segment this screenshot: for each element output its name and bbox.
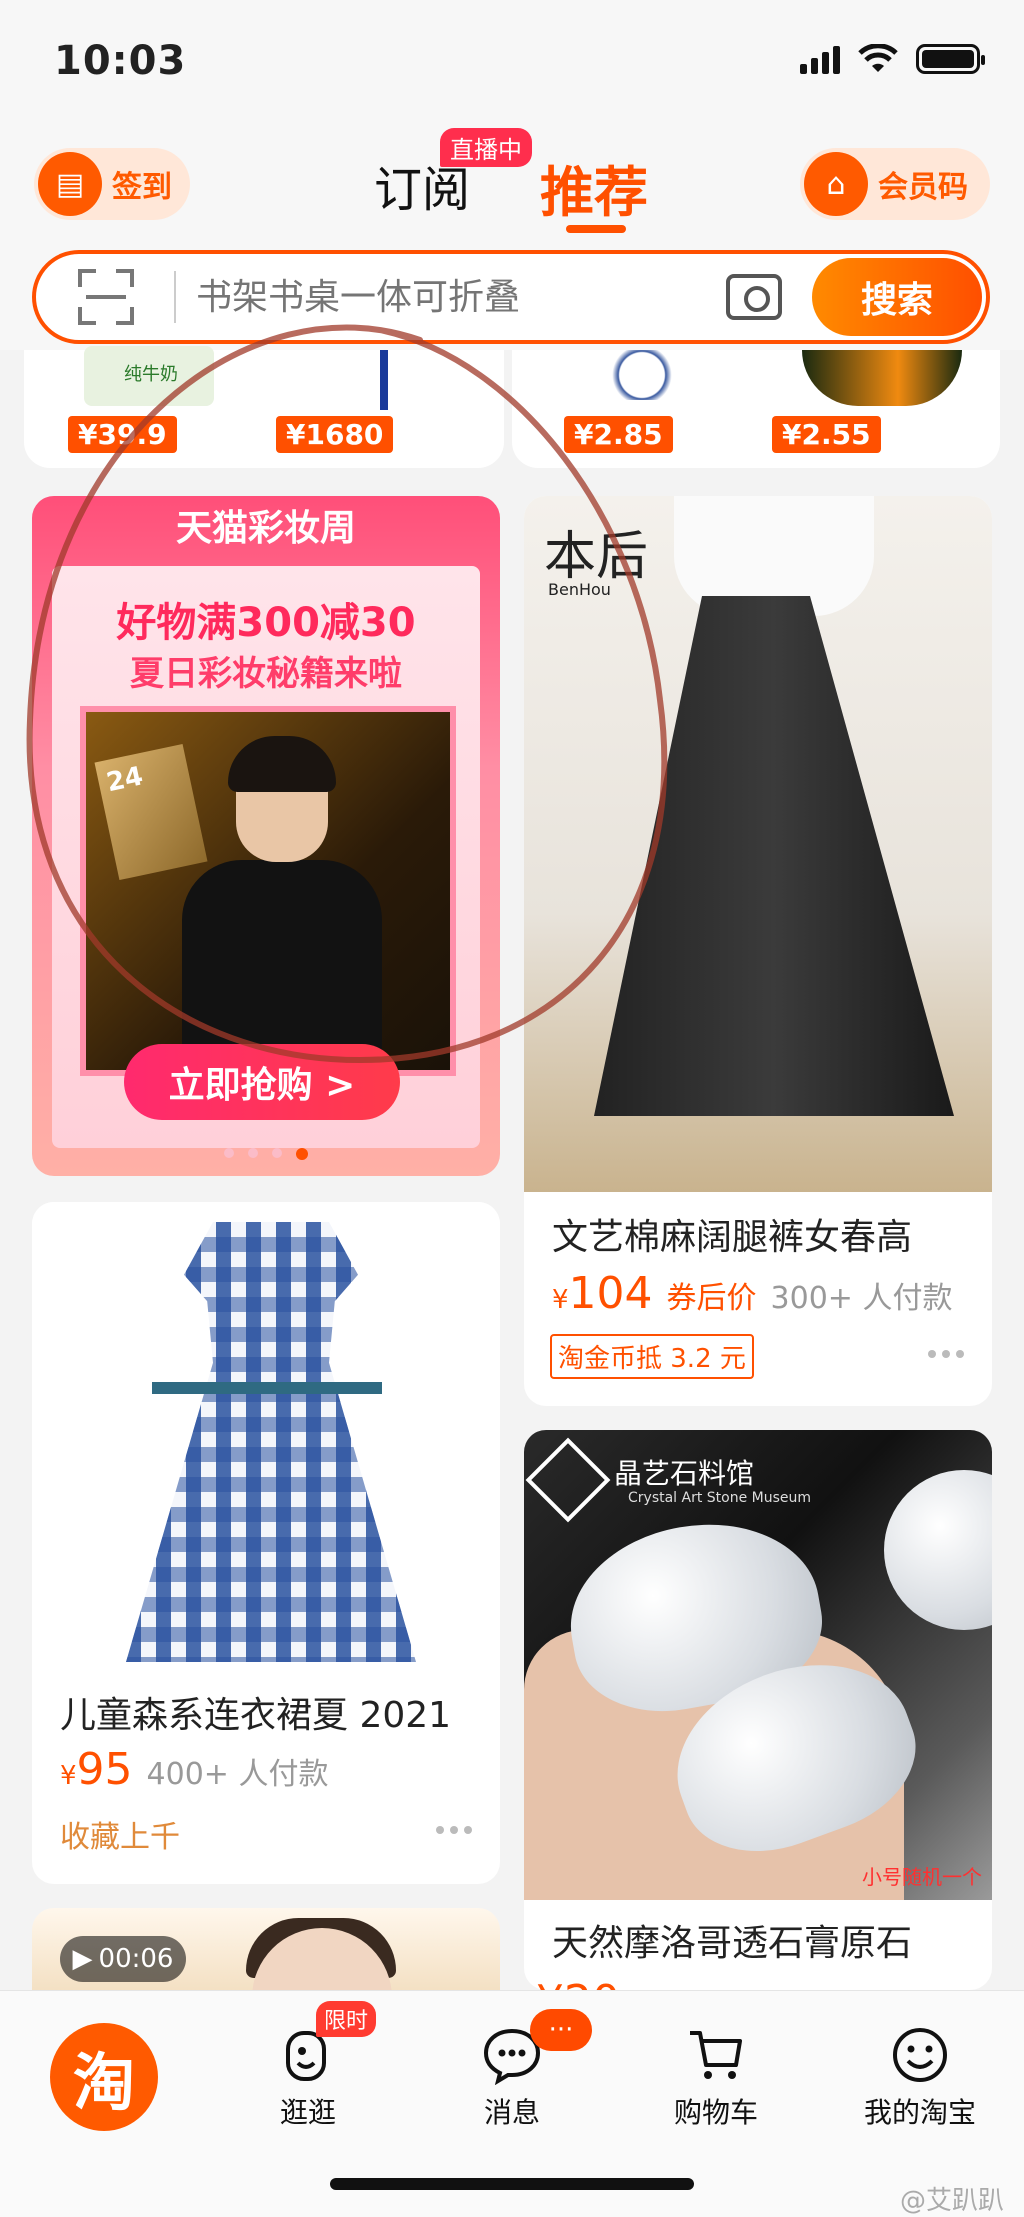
home-indicator bbox=[330, 2178, 694, 2190]
smile-face-icon bbox=[893, 2028, 947, 2082]
brand-logo: 本后 bbox=[544, 527, 649, 587]
product-card[interactable]: 儿童森系连衣裙夏 2021 ¥95 400+ 人付款 收藏上千 bbox=[32, 1202, 500, 1884]
box-number: 24 bbox=[103, 761, 146, 799]
product-title: 儿童森系连衣裙夏 2021 bbox=[60, 1695, 452, 1736]
watermark: @艾趴趴 bbox=[899, 2186, 1004, 2216]
promo-content: 好物满300减30 夏日彩妆秘籍来啦 24 立即抢购 > bbox=[52, 566, 480, 1148]
pen-image bbox=[364, 350, 404, 410]
product-strip-right[interactable]: ¥2.85 ¥2.55 bbox=[512, 350, 1000, 468]
favorites-note: 收藏上千 bbox=[60, 1820, 180, 1855]
limited-time-badge: 限时 bbox=[316, 2001, 377, 2037]
coupon-label: 券后价 bbox=[666, 1281, 757, 1316]
shop-name: 晶艺石料馆 bbox=[614, 1457, 755, 1490]
cart-icon bbox=[690, 2031, 742, 2079]
image-note: 小号随机一个 bbox=[862, 1865, 982, 1889]
signal-icon bbox=[800, 44, 840, 74]
product-image: 本后 BenHou bbox=[524, 496, 992, 1192]
shop-sub: Crystal Art Stone Museum bbox=[628, 1490, 812, 1506]
product-strip-left[interactable]: 纯牛奶 ¥39.9 ¥1680 bbox=[24, 346, 504, 468]
product-title: 文艺棉麻阔腿裤女春高 bbox=[552, 1217, 913, 1258]
promo-banner[interactable]: 天猫彩妆周 好物满300减30 夏日彩妆秘籍来啦 24 立即抢购 > bbox=[32, 496, 500, 1176]
status-time: 10:03 bbox=[54, 38, 187, 84]
promo-line-1: 好物满300减30 bbox=[116, 600, 416, 646]
member-code-label: 会员码 bbox=[878, 170, 968, 205]
buyers-count: 300+ 人付款 bbox=[770, 1281, 953, 1316]
product-price: 95 bbox=[76, 1744, 133, 1795]
top-header: 10:03 ▤ 签到 订阅 直播中 推荐 ⌂ 会员码 搜索 bbox=[0, 0, 1024, 350]
tab-mine-label: 我的淘宝 bbox=[863, 2096, 976, 2129]
store-icon: ⌂ bbox=[804, 152, 868, 216]
checkin-button[interactable]: ▤ 签到 bbox=[34, 148, 190, 220]
promo-header: 天猫彩妆周 bbox=[175, 508, 356, 549]
live-badge: 直播中 bbox=[440, 128, 532, 167]
play-icon: ▶ bbox=[72, 1944, 93, 1974]
search-input[interactable] bbox=[176, 276, 726, 318]
search-bar: 搜索 bbox=[32, 250, 990, 344]
scan-icon[interactable] bbox=[78, 269, 134, 325]
product-price: 104 bbox=[568, 1268, 653, 1319]
search-button[interactable]: 搜索 bbox=[812, 258, 982, 336]
more-options-icon[interactable] bbox=[436, 1826, 472, 1834]
member-code-button[interactable]: ⌂ 会员码 bbox=[800, 148, 990, 220]
carousel-dots bbox=[32, 1148, 500, 1160]
promo-line-2: 夏日彩妆秘籍来啦 bbox=[130, 654, 402, 694]
status-icons bbox=[800, 44, 985, 74]
active-tab-indicator bbox=[566, 225, 626, 233]
gift-icon: ▤ bbox=[38, 152, 102, 216]
coin-deduction-tag: 淘金币抵 3.2 元 bbox=[550, 1334, 754, 1379]
wifi-icon bbox=[858, 44, 898, 72]
buyers-count: 400+ 人付款 bbox=[146, 1757, 329, 1792]
price-row: ¥95 400+ 人付款 bbox=[60, 1744, 328, 1795]
product-image bbox=[32, 1202, 500, 1672]
milk-box-image: 纯牛奶 bbox=[84, 346, 214, 406]
plate-image bbox=[572, 350, 712, 400]
price-tag: ¥1680 bbox=[276, 416, 394, 453]
model-figure bbox=[182, 736, 382, 1080]
more-options-icon[interactable] bbox=[928, 1350, 964, 1358]
message-badge: ··· bbox=[530, 2009, 592, 2051]
tab-messages-label: 消息 bbox=[483, 2096, 540, 2129]
promo-photo: 24 bbox=[80, 706, 456, 1080]
pumpkin-image bbox=[802, 350, 962, 406]
taobao-home-icon[interactable]: 淘 bbox=[50, 2023, 158, 2131]
checkin-label: 签到 bbox=[112, 170, 172, 205]
buy-now-button[interactable]: 立即抢购 > bbox=[124, 1044, 400, 1120]
product-title: 天然摩洛哥透石膏原石 bbox=[552, 1923, 913, 1964]
product-card[interactable]: 本后 BenHou 文艺棉麻阔腿裤女春高 ¥104 券后价 300+ 人付款 淘… bbox=[524, 496, 992, 1406]
tab-browse-label: 逛逛 bbox=[279, 2096, 336, 2129]
camera-icon[interactable] bbox=[726, 274, 782, 320]
shop-logo-icon bbox=[525, 1437, 611, 1523]
price-tag: ¥39.9 bbox=[68, 416, 177, 453]
price-tag: ¥2.55 bbox=[772, 416, 881, 453]
currency-symbol: ¥ bbox=[60, 1761, 77, 1791]
price-row: ¥104 券后价 300+ 人付款 bbox=[552, 1268, 952, 1319]
product-image: 晶艺石料馆 Crystal Art Stone Museum 小号随机一个 bbox=[524, 1430, 992, 1900]
video-duration-badge: ▶ 00:06 bbox=[60, 1936, 186, 1982]
price-tag: ¥2.85 bbox=[564, 416, 673, 453]
video-duration: 00:06 bbox=[98, 1944, 174, 1974]
brand-sub: BenHou bbox=[548, 580, 611, 599]
product-card[interactable]: 晶艺石料馆 Crystal Art Stone Museum 小号随机一个 天然… bbox=[524, 1430, 992, 1990]
tab-recommend[interactable]: 推荐 bbox=[540, 148, 648, 227]
battery-icon bbox=[916, 44, 985, 74]
currency-symbol: ¥ bbox=[552, 1285, 569, 1315]
milk-label: 纯牛奶 bbox=[124, 364, 178, 385]
tab-cart-label: 购物车 bbox=[673, 2096, 758, 2129]
